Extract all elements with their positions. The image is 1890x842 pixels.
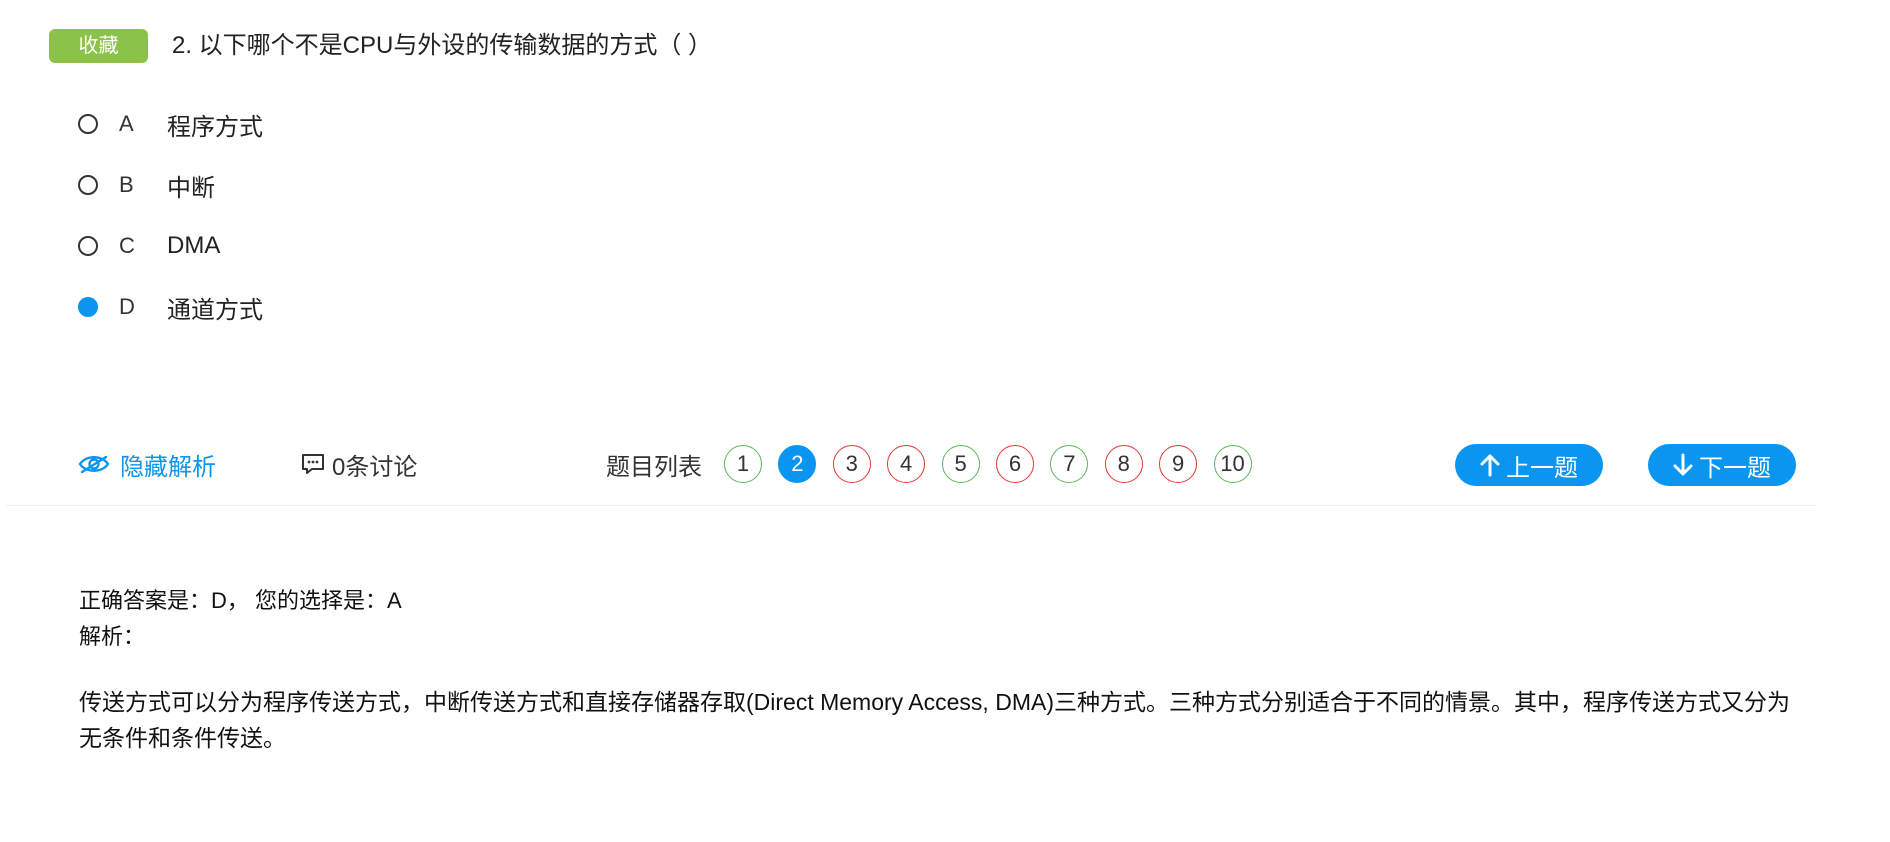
analysis-label: 解析：	[79, 624, 146, 649]
prev-question-button[interactable]: 上一题	[1455, 444, 1603, 486]
next-question-button[interactable]: 下一题	[1648, 444, 1796, 486]
arrow-up-icon	[1480, 454, 1500, 477]
analysis-text: 传送方式可以分为程序传送方式，中断传送方式和直接存储器存取(Direct Mem…	[79, 689, 1790, 751]
radio-button[interactable]	[78, 175, 98, 195]
question-number-8[interactable]: 8	[1104, 445, 1143, 483]
option-text: 通道方式	[167, 296, 263, 324]
question-list-label: 题目列表	[606, 453, 702, 481]
option-c[interactable]: C DMA	[78, 226, 220, 266]
question-number-7[interactable]: 7	[1050, 445, 1089, 483]
answer-result: 正确答案是：D， 您的选择是：A	[79, 588, 402, 613]
divider	[6, 505, 1816, 506]
discussion-button[interactable]: 0条讨论	[300, 444, 417, 484]
question-number-2[interactable]: 2	[778, 445, 817, 483]
question-title: 2. 以下哪个不是CPU与外设的传输数据的方式（ ）	[172, 32, 713, 59]
next-question-label: 下一题	[1699, 454, 1771, 482]
question-number-3[interactable]: 3	[832, 445, 871, 483]
question-number-10[interactable]: 10	[1213, 445, 1252, 483]
option-b[interactable]: B 中断	[78, 165, 215, 205]
question-number-1[interactable]: 1	[724, 445, 762, 483]
option-a[interactable]: A 程序方式	[78, 104, 263, 144]
prev-question-label: 上一题	[1506, 454, 1578, 482]
hide-analysis-label: 隐藏解析	[120, 453, 216, 481]
option-letter: D	[119, 294, 135, 319]
question-number-6[interactable]: 6	[995, 445, 1034, 483]
option-d[interactable]: D 通道方式	[78, 287, 263, 327]
question-number-9[interactable]: 9	[1159, 445, 1198, 483]
question-number-4[interactable]: 4	[887, 445, 926, 483]
radio-button-selected[interactable]	[78, 297, 98, 317]
favorite-button[interactable]: 收藏	[49, 29, 148, 63]
hide-analysis-button[interactable]: 隐藏解析	[78, 444, 216, 484]
option-letter: A	[119, 111, 134, 136]
eye-icon	[78, 455, 110, 474]
option-letter: B	[119, 172, 134, 197]
option-text: 程序方式	[167, 113, 263, 141]
comment-icon	[302, 454, 324, 474]
option-text: DMA	[167, 232, 221, 259]
option-text: 中断	[167, 174, 215, 202]
question-number-5[interactable]: 5	[941, 445, 980, 483]
arrow-down-icon	[1673, 453, 1693, 476]
discussion-label: 0条讨论	[332, 453, 418, 481]
option-letter: C	[119, 233, 135, 258]
question-number-list: 1 2 3 4 5 6 7 8 9 10	[724, 443, 1268, 485]
radio-button[interactable]	[78, 114, 98, 134]
radio-button[interactable]	[78, 236, 98, 256]
